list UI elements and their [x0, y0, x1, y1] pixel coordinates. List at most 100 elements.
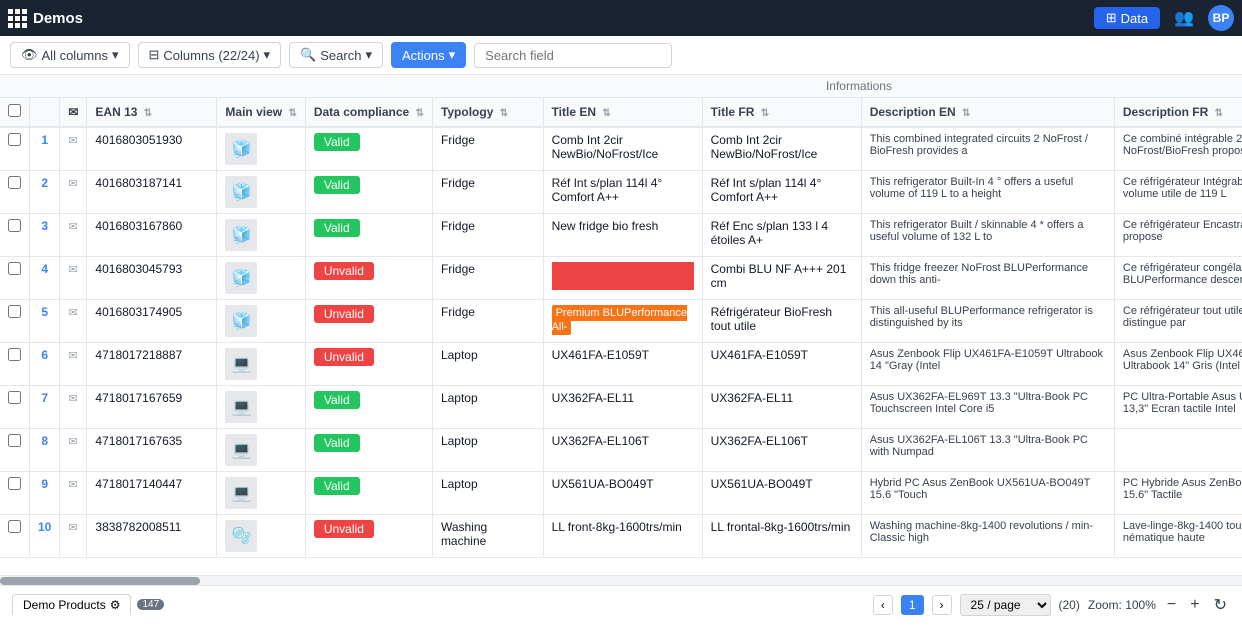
row-checkbox[interactable] — [8, 305, 21, 318]
select-all-checkbox[interactable] — [8, 104, 21, 117]
row-title-en: UX461FA-E1059T — [543, 343, 702, 386]
email-icon: ✉ — [68, 350, 77, 362]
table-row: 10 ✉ 3838782008511 🫧 Unvalid Washing mac… — [0, 515, 1242, 558]
row-title-fr: Combi BLU NF A+++ 201 cm — [702, 257, 861, 300]
row-typology: Laptop — [432, 472, 543, 515]
zoom-in-button[interactable]: + — [1187, 596, 1202, 614]
row-checkbox-cell — [0, 257, 30, 300]
row-email-cell: ✉ — [60, 515, 87, 558]
row-checkbox[interactable] — [8, 434, 21, 447]
row-desc-en: Asus Zenbook Flip UX461FA-E1059T Ultrabo… — [861, 343, 1114, 386]
row-checkbox-cell — [0, 300, 30, 343]
refresh-button[interactable]: ↻ — [1211, 595, 1230, 615]
col-checkbox — [0, 98, 30, 127]
row-number: 2 — [30, 171, 60, 214]
col-description-en[interactable]: Description EN ⇅ — [861, 98, 1114, 127]
col-typology[interactable]: Typology ⇅ — [432, 98, 543, 127]
col-title-fr[interactable]: Title FR ⇅ — [702, 98, 861, 127]
row-checkbox-cell — [0, 472, 30, 515]
table-row: 8 ✉ 4718017167635 💻 Valid Laptop UX362FA… — [0, 429, 1242, 472]
col-description-fr[interactable]: Description FR ⇅ — [1114, 98, 1242, 127]
row-desc-en: This refrigerator Built-In 4 ° offers a … — [861, 171, 1114, 214]
table-row: 3 ✉ 4016803167860 🧊 Valid Fridge New fri… — [0, 214, 1242, 257]
row-title-en: New fridge bio fresh — [543, 214, 702, 257]
row-ean13: 4718017167659 — [87, 386, 217, 429]
row-desc-fr: Ce réfrigérateur congélateur NoFrost BLU… — [1114, 257, 1242, 300]
zoom-out-button[interactable]: − — [1164, 596, 1179, 614]
row-number: 8 — [30, 429, 60, 472]
row-main-view: 🧊 — [217, 214, 305, 257]
row-desc-fr: Ce réfrigérateur Intégrable 4° propose u… — [1114, 171, 1242, 214]
row-title-fr: LL frontal-8kg-1600trs/min — [702, 515, 861, 558]
row-title-en: LL front-8kg-1600trs/min — [543, 515, 702, 558]
sort-icon-descfr: ⇅ — [1215, 108, 1223, 119]
row-checkbox[interactable] — [8, 176, 21, 189]
email-icon: ✉ — [68, 307, 77, 319]
all-columns-button[interactable]: 👁 All columns ▾ — [10, 42, 130, 68]
row-main-view: 🧊 — [217, 171, 305, 214]
sort-icon-descen: ⇅ — [962, 108, 970, 119]
data-tab-button[interactable]: ⊞ Data — [1094, 7, 1160, 29]
row-email-cell: ✉ — [60, 472, 87, 515]
chevron-down-icon: ▾ — [112, 47, 119, 63]
compliance-badge: Unvalid — [314, 305, 374, 323]
row-checkbox[interactable] — [8, 391, 21, 404]
next-page-button[interactable]: › — [932, 595, 952, 615]
row-checkbox[interactable] — [8, 520, 21, 533]
data-icon: ⊞ — [1106, 10, 1117, 26]
row-desc-en: This combined integrated circuits 2 NoFr… — [861, 127, 1114, 171]
footer-left: Demo Products ⚙ 147 — [12, 594, 164, 615]
col-data-compliance[interactable]: Data compliance ⇅ — [305, 98, 432, 127]
row-main-view: 💻 — [217, 472, 305, 515]
col-main-view[interactable]: Main view ⇅ — [217, 98, 305, 127]
row-checkbox[interactable] — [8, 262, 21, 275]
row-ean13: 4718017140447 — [87, 472, 217, 515]
email-icon: ✉ — [68, 479, 77, 491]
zoom-label: Zoom: 100% — [1088, 598, 1156, 612]
info-band: Informations — [0, 75, 1242, 98]
row-main-view: 🧊 — [217, 300, 305, 343]
row-checkbox[interactable] — [8, 477, 21, 490]
demo-products-tab[interactable]: Demo Products ⚙ — [12, 594, 131, 615]
horizontal-scrollbar[interactable] — [0, 575, 1242, 585]
row-title-fr: UX561UA-BO049T — [702, 472, 861, 515]
row-typology: Laptop — [432, 386, 543, 429]
product-image: 💻 — [225, 434, 257, 466]
columns-button[interactable]: ⊟ Columns (22/24) ▾ — [138, 42, 282, 68]
row-checkbox[interactable] — [8, 348, 21, 361]
row-compliance: Valid — [305, 171, 432, 214]
col-title-en[interactable]: Title EN ⇅ — [543, 98, 702, 127]
prev-page-button[interactable]: ‹ — [873, 595, 893, 615]
row-main-view: 🧊 — [217, 257, 305, 300]
row-typology: Fridge — [432, 214, 543, 257]
table-body: 1 ✉ 4016803051930 🧊 Valid Fridge Comb In… — [0, 127, 1242, 558]
row-checkbox-cell — [0, 171, 30, 214]
data-tab-label: Data — [1121, 11, 1148, 26]
sort-icon-typology: ⇅ — [500, 108, 508, 119]
navbar: Demos ⊞ Data 👥 BP — [0, 0, 1242, 36]
row-ean13: 4016803174905 — [87, 300, 217, 343]
row-desc-en: This refrigerator Built / skinnable 4 * … — [861, 214, 1114, 257]
product-image: 🧊 — [225, 133, 257, 165]
search-button[interactable]: 🔍 Search ▾ — [289, 42, 383, 68]
row-ean13: 4718017218887 — [87, 343, 217, 386]
row-checkbox[interactable] — [8, 219, 21, 232]
row-compliance: Unvalid — [305, 257, 432, 300]
row-title-en: UX362FA-EL11 — [543, 386, 702, 429]
scrollbar-thumb[interactable] — [0, 577, 200, 585]
product-image: 🧊 — [225, 305, 257, 337]
actions-button[interactable]: Actions ▾ — [391, 42, 466, 68]
avatar-initials: BP — [1213, 11, 1230, 25]
col-ean13[interactable]: EAN 13 ⇅ — [87, 98, 217, 127]
row-desc-fr: PC Hybride Asus ZenBook UX561UA-BO049T 1… — [1114, 472, 1242, 515]
per-page-select[interactable]: 25 / page 50 / page 100 / page — [960, 594, 1051, 616]
gear-icon[interactable]: ⚙ — [110, 598, 121, 612]
sort-icon-titlefr: ⇅ — [761, 108, 769, 119]
row-checkbox[interactable] — [8, 133, 21, 146]
user-group-icon-button[interactable]: 👥 — [1168, 6, 1200, 30]
grid-icon — [8, 9, 27, 28]
table-row: 6 ✉ 4718017218887 💻 Unvalid Laptop UX461… — [0, 343, 1242, 386]
info-band-label: Informations — [826, 79, 892, 93]
search-input[interactable] — [474, 43, 672, 68]
title-en-text: UX362FA-EL11 — [552, 391, 635, 405]
